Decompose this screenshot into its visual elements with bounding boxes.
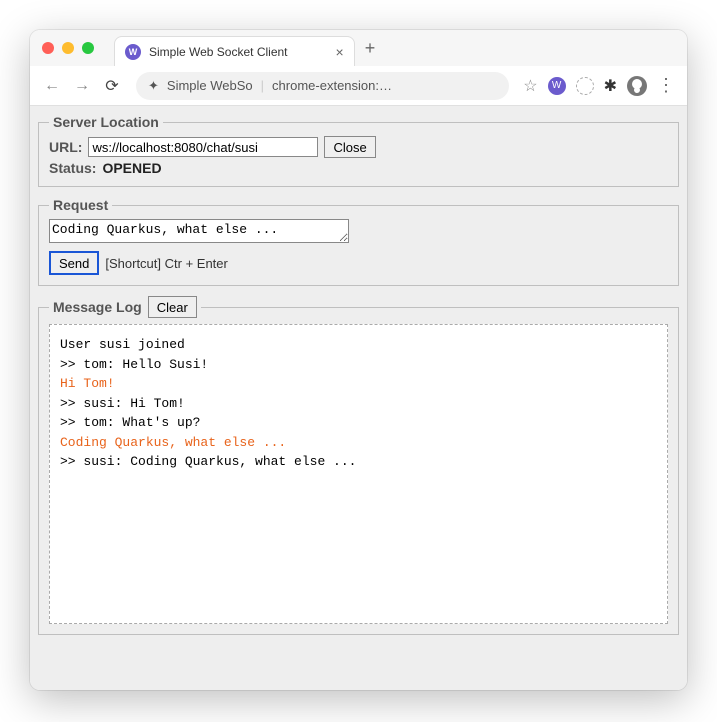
message-log-section: Message Log Clear User susi joined>> tom… (38, 296, 679, 635)
message-log-legend-text: Message Log (53, 299, 142, 315)
shortcut-hint: [Shortcut] Ctr + Enter (105, 256, 227, 271)
omnibox-url: chrome-extension:… (272, 78, 392, 93)
status-label: Status: (49, 160, 96, 176)
profile-avatar[interactable] (627, 76, 647, 96)
extension-icon: ✦ (148, 78, 159, 94)
close-tab-icon[interactable]: × (336, 44, 344, 60)
new-tab-button[interactable]: + (365, 38, 376, 59)
log-line: >> susi: Coding Quarkus, what else ... (60, 452, 657, 472)
status-value: OPENED (102, 160, 161, 176)
back-button[interactable]: ← (42, 77, 62, 95)
log-line: User susi joined (60, 335, 657, 355)
close-window-button[interactable] (42, 42, 54, 54)
log-line: Hi Tom! (60, 374, 657, 394)
close-connection-button[interactable]: Close (324, 136, 375, 158)
log-line: >> tom: Hello Susi! (60, 355, 657, 375)
browser-window: W Simple Web Socket Client × + ← → ⟳ ✦ S… (30, 30, 687, 690)
tab-title: Simple Web Socket Client (149, 45, 288, 59)
bookmark-icon[interactable]: ☆ (523, 76, 537, 96)
browser-toolbar: ← → ⟳ ✦ Simple WebSo | chrome-extension:… (30, 66, 687, 106)
server-location-section: Server Location URL: Close Status: OPENE… (38, 114, 679, 187)
minimize-window-button[interactable] (62, 42, 74, 54)
maximize-window-button[interactable] (82, 42, 94, 54)
log-line: >> tom: What's up? (60, 413, 657, 433)
reload-button[interactable]: ⟳ (102, 76, 122, 96)
omnibox[interactable]: ✦ Simple WebSo | chrome-extension:… (136, 72, 509, 100)
url-input[interactable] (88, 137, 318, 157)
omnibox-ext-name: Simple WebSo (167, 78, 253, 93)
send-button[interactable]: Send (49, 251, 99, 275)
message-log-legend: Message Log Clear (49, 296, 201, 318)
browser-tab[interactable]: W Simple Web Socket Client × (114, 36, 355, 66)
browser-menu-icon[interactable]: ⋮ (657, 75, 675, 96)
targets-icon[interactable] (576, 77, 594, 95)
tab-favicon: W (125, 44, 141, 60)
page-content: Server Location URL: Close Status: OPENE… (30, 106, 687, 690)
log-line: Coding Quarkus, what else ... (60, 433, 657, 453)
message-log: User susi joined>> tom: Hello Susi!Hi To… (49, 324, 668, 624)
request-section: Request Send [Shortcut] Ctr + Enter (38, 197, 679, 286)
forward-button[interactable]: → (72, 77, 92, 95)
server-location-legend: Server Location (49, 114, 163, 130)
window-controls (42, 42, 94, 54)
url-label: URL: (49, 139, 82, 155)
extension-badge-icon[interactable]: W (548, 77, 566, 95)
titlebar: W Simple Web Socket Client × + (30, 30, 687, 66)
log-line: >> susi: Hi Tom! (60, 394, 657, 414)
extensions-icon[interactable]: ✱ (604, 76, 617, 96)
request-body-input[interactable] (49, 219, 349, 243)
clear-log-button[interactable]: Clear (148, 296, 197, 318)
request-legend: Request (49, 197, 112, 213)
